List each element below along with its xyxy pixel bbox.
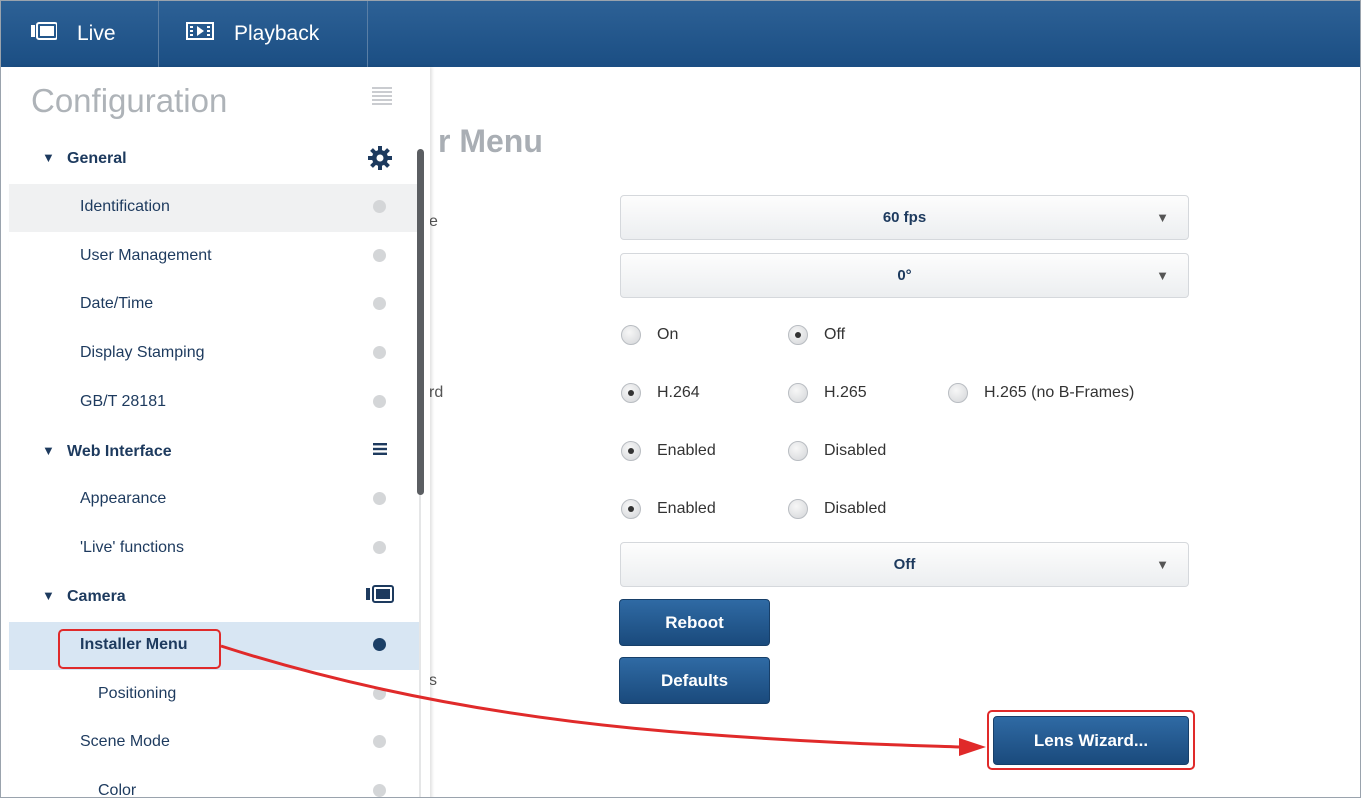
page-title: r Menu bbox=[438, 123, 543, 159]
status-dot bbox=[373, 297, 386, 310]
sidebar-item-label: 'Live' functions bbox=[80, 539, 184, 556]
radio-h265-no-bframes[interactable]: H.265 (no B-Frames) bbox=[948, 381, 1134, 405]
tab-playback-label: Playback bbox=[234, 22, 320, 45]
sidebar-title: Configuration bbox=[31, 82, 228, 119]
radio-label: H.265 bbox=[824, 384, 867, 401]
radio-off[interactable]: Off bbox=[788, 323, 845, 347]
radio-h265[interactable]: H.265 bbox=[788, 381, 867, 405]
section-web-interface[interactable]: ▼ Web Interface bbox=[9, 428, 419, 476]
section-label: General bbox=[67, 150, 127, 167]
status-dot bbox=[373, 249, 386, 262]
radio-enabled[interactable]: Enabled bbox=[621, 497, 716, 521]
sidebar-item-label: User Management bbox=[80, 247, 212, 264]
radio-button[interactable] bbox=[621, 325, 641, 345]
rotation-value: 0° bbox=[897, 267, 912, 284]
camera-icon bbox=[31, 22, 58, 46]
status-dot bbox=[373, 687, 386, 700]
sidebar-item-date-time[interactable]: Date/Time bbox=[9, 281, 419, 329]
status-dot bbox=[373, 784, 386, 797]
scrollbar-thumb[interactable] bbox=[417, 149, 424, 495]
sidebar-item-label: Date/Time bbox=[80, 295, 154, 312]
gear-icon bbox=[367, 145, 393, 176]
radio-button[interactable] bbox=[948, 383, 968, 403]
tab-live-label: Live bbox=[77, 22, 116, 45]
sidebar-item-gbt-28181[interactable]: GB/T 28181 bbox=[9, 379, 419, 427]
triangle-down-icon: ▼ bbox=[42, 443, 55, 458]
sidebar-item-positioning[interactable]: Positioning bbox=[9, 671, 419, 719]
camera-icon bbox=[366, 585, 394, 608]
status-dot bbox=[373, 200, 386, 213]
radio-disabled[interactable]: Disabled bbox=[788, 439, 886, 463]
sidebar-item-label: Positioning bbox=[98, 685, 177, 702]
radio-on[interactable]: On bbox=[621, 323, 678, 347]
status-dot bbox=[373, 638, 386, 651]
sidebar-item-label: GB/T 28181 bbox=[80, 393, 166, 410]
sidebar-item-label: Identification bbox=[80, 198, 170, 215]
radio-button[interactable] bbox=[788, 499, 808, 519]
section-label: Camera bbox=[67, 588, 126, 605]
third-select-value: Off bbox=[893, 556, 916, 573]
chevron-down-icon: ▼ bbox=[1156, 557, 1169, 572]
sidebar-item-scene-mode[interactable]: Scene Mode bbox=[9, 719, 419, 767]
section-camera[interactable]: ▼ Camera bbox=[9, 573, 419, 621]
list-icon[interactable] bbox=[371, 85, 393, 112]
radio-enabled[interactable]: Enabled bbox=[621, 439, 716, 463]
frame-rate-select[interactable]: 60 fps ▼ bbox=[620, 195, 1189, 240]
radio-button[interactable] bbox=[621, 383, 641, 403]
status-dot bbox=[373, 492, 386, 505]
sidebar-item-label: Display Stamping bbox=[80, 344, 205, 361]
radio-button[interactable] bbox=[621, 499, 641, 519]
top-navigation-bar: Live Playback bbox=[1, 1, 1360, 67]
status-dot bbox=[373, 346, 386, 359]
section-general[interactable]: ▼ General bbox=[9, 135, 419, 183]
radio-h264[interactable]: H.264 bbox=[621, 381, 700, 405]
tab-playback[interactable]: Playback bbox=[159, 1, 368, 67]
tab-live[interactable]: Live bbox=[1, 1, 159, 67]
triangle-down-icon: ▼ bbox=[42, 588, 55, 603]
chevron-down-icon: ▼ bbox=[1156, 268, 1169, 283]
menu-icon bbox=[373, 442, 387, 460]
highlight-frame bbox=[58, 629, 221, 669]
sidebar-item-color[interactable]: Color bbox=[9, 768, 419, 798]
field-label-fragment: s bbox=[429, 672, 437, 689]
radio-label: Disabled bbox=[824, 500, 887, 517]
radio-label: Off bbox=[824, 326, 846, 343]
sidebar-item-label: Color bbox=[98, 782, 137, 798]
radio-button[interactable] bbox=[788, 441, 808, 461]
radio-label: Enabled bbox=[657, 442, 716, 459]
section-label: Web Interface bbox=[67, 443, 172, 460]
sidebar-item-label: Scene Mode bbox=[80, 733, 170, 750]
radio-label: On bbox=[657, 326, 679, 343]
sidebar-item-user-management[interactable]: User Management bbox=[9, 233, 419, 281]
triangle-down-icon: ▼ bbox=[42, 150, 55, 165]
sidebar-item-live-functions[interactable]: 'Live' functions bbox=[9, 525, 419, 573]
radio-label: H.265 (no B-Frames) bbox=[984, 384, 1135, 401]
radio-button[interactable] bbox=[788, 325, 808, 345]
status-dot bbox=[373, 395, 386, 408]
radio-label: Disabled bbox=[824, 442, 887, 459]
chevron-down-icon: ▼ bbox=[1156, 210, 1169, 225]
defaults-button[interactable]: Defaults bbox=[619, 657, 770, 704]
playback-icon bbox=[186, 22, 214, 46]
app-window: Live Playback r Menu e rd s 60 fps ▼ 0° … bbox=[0, 0, 1361, 798]
field-label-fragment: rd bbox=[429, 384, 444, 401]
status-dot bbox=[373, 735, 386, 748]
frame-rate-value: 60 fps bbox=[882, 209, 927, 226]
sidebar-item-appearance[interactable]: Appearance bbox=[9, 476, 419, 524]
highlight-frame bbox=[987, 710, 1195, 770]
third-select[interactable]: Off ▼ bbox=[620, 542, 1189, 587]
sidebar-item-label: Appearance bbox=[80, 490, 167, 507]
rotation-select[interactable]: 0° ▼ bbox=[620, 253, 1189, 298]
reboot-button[interactable]: Reboot bbox=[619, 599, 770, 646]
field-label-fragment: e bbox=[429, 213, 438, 230]
radio-label: Enabled bbox=[657, 500, 716, 517]
radio-button[interactable] bbox=[788, 383, 808, 403]
sidebar-item-display-stamping[interactable]: Display Stamping bbox=[9, 330, 419, 378]
radio-label: H.264 bbox=[657, 384, 700, 401]
radio-disabled[interactable]: Disabled bbox=[788, 497, 886, 521]
sidebar-item-identification[interactable]: Identification bbox=[9, 184, 419, 232]
radio-button[interactable] bbox=[621, 441, 641, 461]
configuration-sidebar: Configuration ▼ General Identification U… bbox=[9, 67, 430, 798]
status-dot bbox=[373, 541, 386, 554]
